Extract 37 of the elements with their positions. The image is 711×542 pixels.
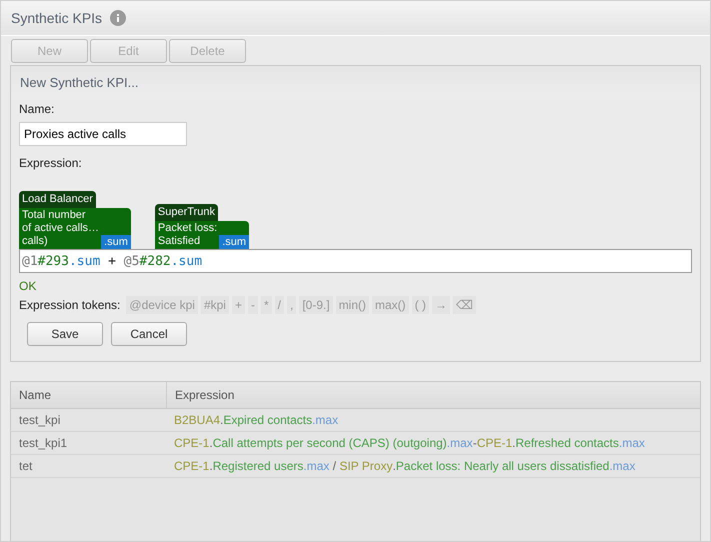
action-button[interactable]: Cancel	[111, 322, 187, 346]
table-cell-text: test_kpi1	[18, 435, 68, 452]
aggregate-tag: .sum	[219, 235, 250, 249]
page-title: Synthetic KPIs	[11, 10, 102, 26]
tokens-label: Expression tokens:	[19, 298, 120, 312]
info-icon[interactable]	[110, 10, 126, 26]
name-field[interactable]: Proxies active calls	[19, 122, 187, 146]
field-label: Name:	[19, 102, 56, 116]
table-cell-text: CPE-1.Registered users.max / SIP Proxy.Packet loss: Nearly all users dissatisfied.max	[173, 458, 636, 475]
token-button[interactable]: ( )	[412, 296, 430, 314]
field-label: Expression:	[19, 156, 83, 170]
token-button[interactable]: -	[248, 296, 258, 314]
device-tag: SuperTrunk	[154, 204, 218, 221]
status-text: OK	[19, 279, 38, 293]
token-button[interactable]: *	[260, 296, 272, 314]
column-header[interactable]: Name	[11, 382, 167, 408]
expression-field[interactable]: @1#293.sum + @5#282.sum	[19, 249, 692, 273]
table-cell-text: test_kpi	[18, 412, 62, 429]
token-button[interactable]: #kpi	[200, 296, 229, 314]
table-cell-text: tet	[18, 458, 34, 475]
token-button[interactable]: ⌫	[453, 296, 476, 314]
token-button[interactable]: →	[432, 296, 450, 314]
table-cell-text: B2BUA4.Expired contacts.max	[173, 412, 340, 429]
table-cell-text: CPE-1.Call attempts per second (CAPS) (outgoing).max-CPE-1.Refreshed contacts.max	[173, 435, 646, 452]
column-header[interactable]: Expression	[167, 382, 700, 408]
aggregate-tag: .sum	[101, 235, 131, 249]
device-tag: Load Balancer	[19, 191, 96, 208]
kpi-tag: Packet loss: Satisfied	[154, 221, 220, 249]
token-button[interactable]: [0-9.]	[299, 296, 333, 314]
token-button[interactable]: min()	[336, 296, 370, 314]
kpi-tag: Total number of active calls… calls)	[19, 208, 102, 249]
token-button[interactable]: /	[274, 296, 284, 314]
action-button[interactable]: Save	[27, 322, 103, 346]
token-button[interactable]: max()	[372, 296, 409, 314]
token-button[interactable]: +	[232, 296, 245, 314]
token-button[interactable]: @device kpi	[126, 296, 198, 314]
token-button[interactable]: ,	[286, 296, 296, 314]
